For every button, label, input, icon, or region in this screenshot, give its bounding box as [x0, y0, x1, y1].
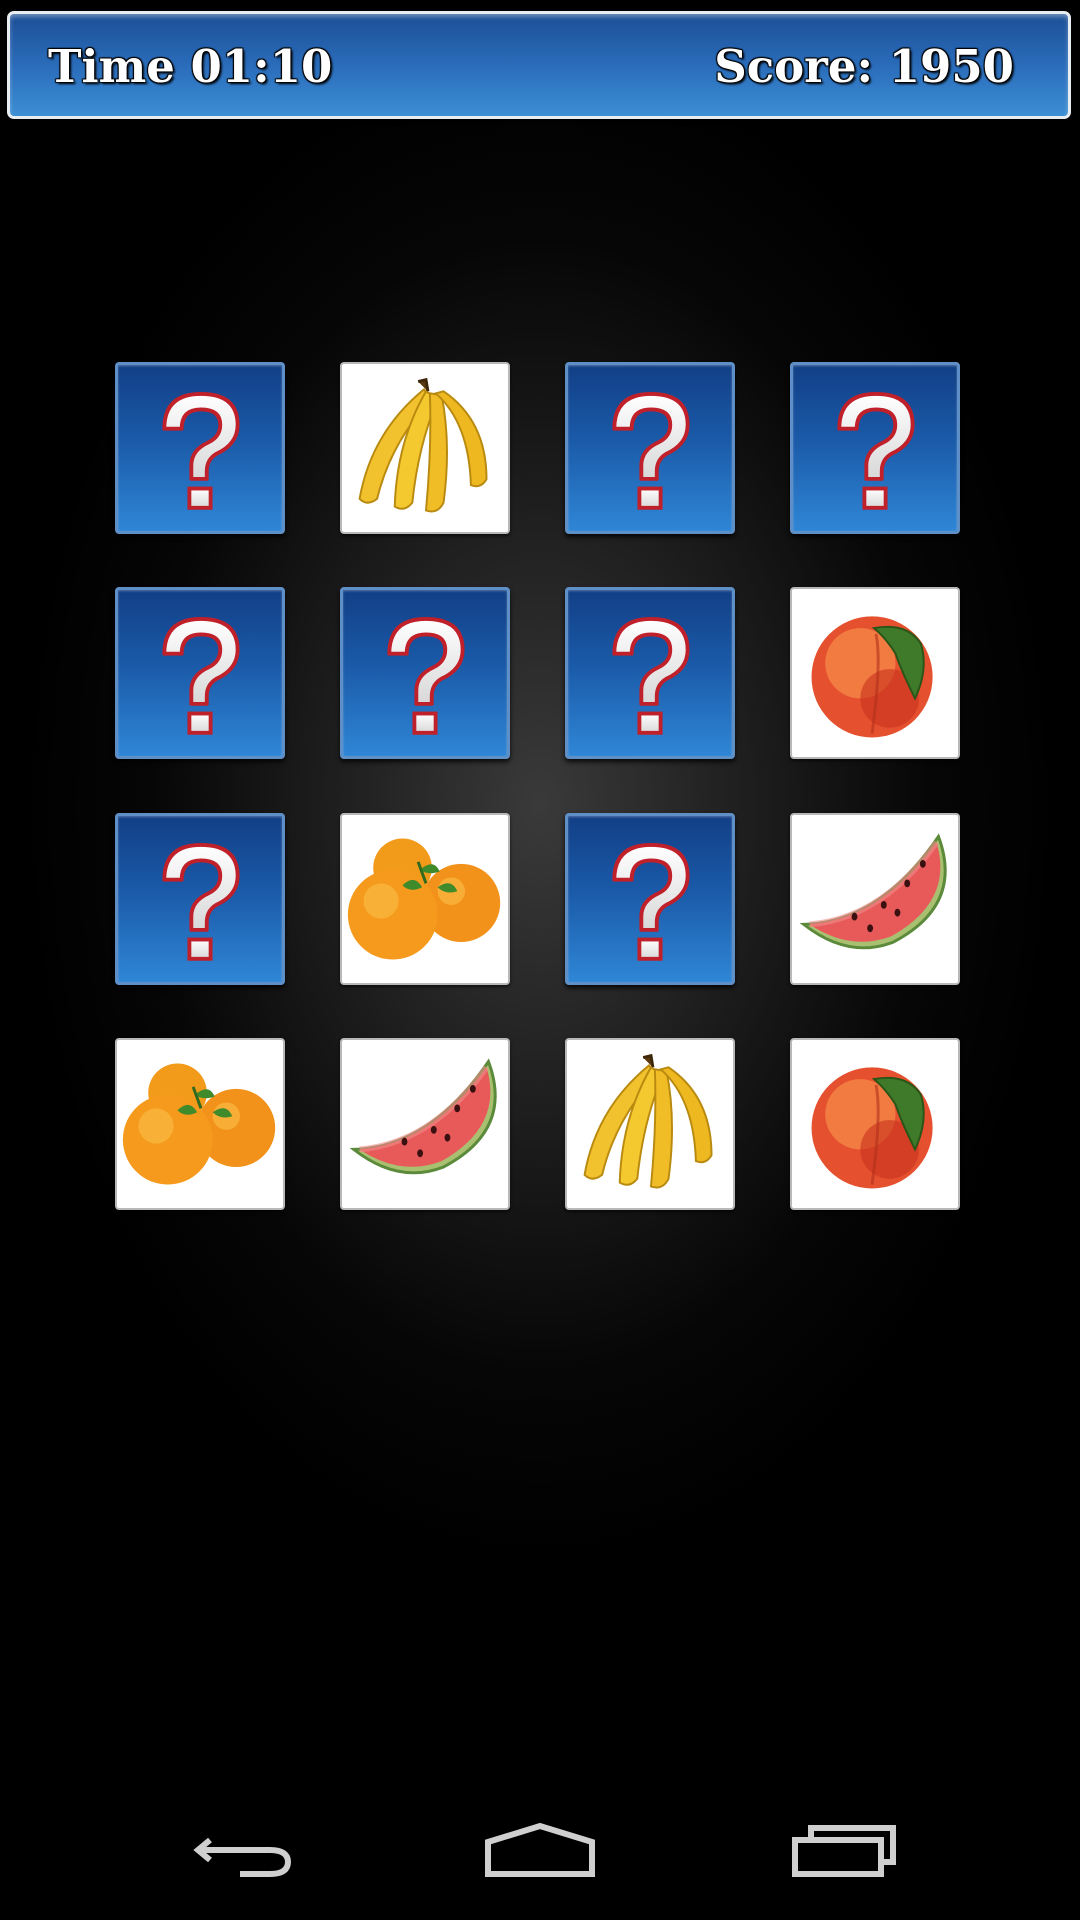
banana-icon — [583, 1053, 713, 1189]
question-mark-icon — [612, 392, 690, 510]
android-navigation-bar — [0, 1800, 1080, 1920]
revealed-card-banana[interactable] — [565, 1038, 735, 1210]
hidden-card[interactable] — [790, 362, 960, 534]
question-mark-icon — [837, 392, 915, 510]
hidden-card[interactable] — [340, 587, 510, 759]
revealed-card-peach[interactable] — [790, 1038, 960, 1210]
hidden-card[interactable] — [115, 813, 285, 985]
hidden-card[interactable] — [115, 587, 285, 759]
question-mark-icon — [612, 617, 690, 735]
revealed-card-peach[interactable] — [790, 587, 960, 759]
back-icon — [193, 1837, 292, 1877]
back-button[interactable] — [170, 1800, 310, 1900]
recent-apps-icon — [792, 1825, 896, 1877]
watermelon-icon — [349, 1058, 497, 1175]
home-icon — [485, 1822, 595, 1877]
hidden-card[interactable] — [565, 362, 735, 534]
timer-display: Time 01:10 — [48, 40, 333, 93]
revealed-card-orange[interactable] — [115, 1038, 285, 1210]
question-mark-icon — [612, 843, 690, 961]
peach-icon — [811, 1067, 933, 1189]
recent-apps-button[interactable] — [775, 1800, 915, 1900]
orange-icon — [347, 838, 501, 960]
watermelon-icon — [799, 833, 947, 950]
question-mark-icon — [387, 617, 465, 735]
banana-icon — [358, 377, 488, 513]
game-hud-bar: Time 01:10 Score: 1950 — [7, 11, 1071, 119]
home-button[interactable] — [470, 1800, 610, 1900]
orange-icon — [122, 1063, 276, 1185]
hidden-card[interactable] — [115, 362, 285, 534]
question-mark-icon — [162, 617, 240, 735]
revealed-card-watermelon[interactable] — [340, 1038, 510, 1210]
revealed-card-orange[interactable] — [340, 813, 510, 985]
revealed-card-watermelon[interactable] — [790, 813, 960, 985]
question-mark-icon — [162, 392, 240, 510]
score-display: Score: 1950 — [714, 40, 1014, 93]
question-mark-icon — [162, 843, 240, 961]
peach-icon — [811, 616, 933, 738]
hidden-card[interactable] — [565, 813, 735, 985]
hidden-card[interactable] — [565, 587, 735, 759]
revealed-card-banana[interactable] — [340, 362, 510, 534]
